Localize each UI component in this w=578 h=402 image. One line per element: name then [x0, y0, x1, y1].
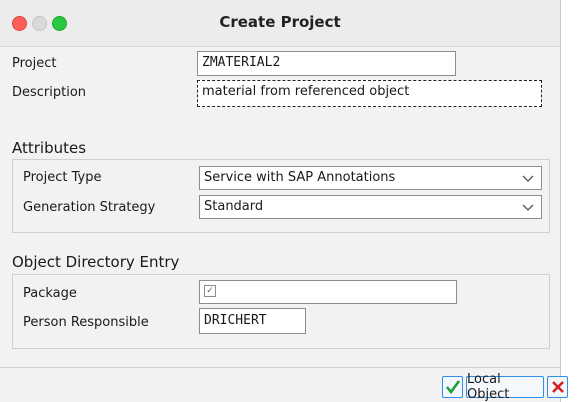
project-label: Project: [12, 56, 57, 71]
person-responsible-input[interactable]: DRICHERT: [199, 308, 306, 334]
confirm-button[interactable]: [442, 376, 463, 398]
project-type-value: Service with SAP Annotations: [204, 170, 396, 185]
create-project-dialog: Create Project Project ZMATERIAL2 Descri…: [0, 0, 568, 402]
package-checkbox-icon: ✓: [204, 285, 216, 297]
chevron-down-icon: [522, 175, 534, 182]
footer-divider: [0, 367, 560, 368]
cancel-button[interactable]: [547, 376, 568, 398]
local-object-button[interactable]: Local Object: [466, 372, 544, 402]
project-type-label: Project Type: [23, 170, 102, 185]
person-responsible-label: Person Responsible: [23, 315, 149, 330]
title-bar: Create Project: [0, 0, 560, 47]
checkmark-icon: [445, 380, 460, 395]
object-directory-section-title: Object Directory Entry: [12, 253, 180, 271]
package-input[interactable]: ✓: [199, 280, 457, 304]
description-input[interactable]: material from referenced object: [197, 80, 542, 107]
chevron-down-icon: [522, 204, 534, 211]
project-type-select[interactable]: Service with SAP Annotations: [199, 166, 542, 190]
generation-strategy-value: Standard: [204, 199, 264, 214]
generation-strategy-label: Generation Strategy: [23, 200, 156, 215]
attributes-group: Project Type Service with SAP Annotation…: [12, 159, 550, 233]
object-directory-group: Package ✓ Person Responsible DRICHERT: [12, 274, 550, 349]
attributes-section-title: Attributes: [12, 139, 87, 157]
close-icon: [551, 381, 564, 393]
project-input[interactable]: ZMATERIAL2: [197, 51, 456, 76]
package-label: Package: [23, 286, 77, 301]
window-title: Create Project: [219, 13, 341, 31]
description-label: Description: [12, 85, 87, 100]
generation-strategy-select[interactable]: Standard: [199, 195, 542, 219]
